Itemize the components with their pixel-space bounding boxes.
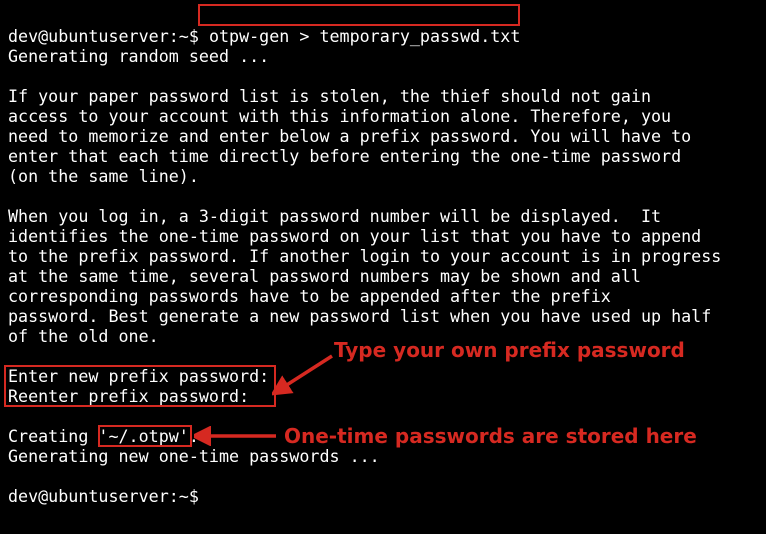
line-p2-5: corresponding passwords have to be appen… — [8, 286, 611, 306]
line-reenter: Reenter prefix password: — [8, 386, 249, 406]
shell-prompt: dev@ubuntuserver:~$ — [8, 26, 209, 46]
line-blank-4 — [8, 406, 18, 426]
line-prompt-cmd: dev@ubuntuserver:~$ otpw-gen > temporary… — [8, 26, 520, 46]
line-blank-1 — [8, 66, 18, 86]
shell-prompt-2: dev@ubuntuserver:~$ — [8, 486, 209, 506]
line-p2-6: password. Best generate a new password l… — [8, 306, 711, 326]
command-text: otpw-gen > temporary_passwd.txt — [209, 26, 520, 46]
line-blank-5 — [8, 466, 18, 486]
line-generating-new: Generating new one-time passwords ... — [8, 446, 380, 466]
line-p2-4: at the same time, several password numbe… — [8, 266, 641, 286]
line-p1-4: enter that each time directly before ent… — [8, 146, 681, 166]
line-p2-3: to the prefix password. If another login… — [8, 246, 721, 266]
creating-path: '~/.otpw' — [98, 426, 188, 446]
line-blank-3 — [8, 346, 18, 366]
line-p1-5: (on the same line). — [8, 166, 199, 186]
line-creating: Creating '~/.otpw'. — [8, 426, 199, 446]
line-p1-3: need to memorize and enter below a prefi… — [8, 126, 691, 146]
line-p1-1: If your paper password list is stolen, t… — [8, 86, 651, 106]
line-p2-1: When you log in, a 3-digit password numb… — [8, 206, 661, 226]
line-enter-new: Enter new prefix password: — [8, 366, 269, 386]
line-p2-7: of the old one. — [8, 326, 159, 346]
line-blank-2 — [8, 186, 18, 206]
line-p2-2: identifies the one-time password on your… — [8, 226, 701, 246]
line-generating-seed: Generating random seed ... — [8, 46, 269, 66]
terminal-output: dev@ubuntuserver:~$ otpw-gen > temporary… — [0, 0, 766, 506]
line-final-prompt[interactable]: dev@ubuntuserver:~$ — [8, 486, 209, 506]
line-p1-2: access to your account with this informa… — [8, 106, 671, 126]
